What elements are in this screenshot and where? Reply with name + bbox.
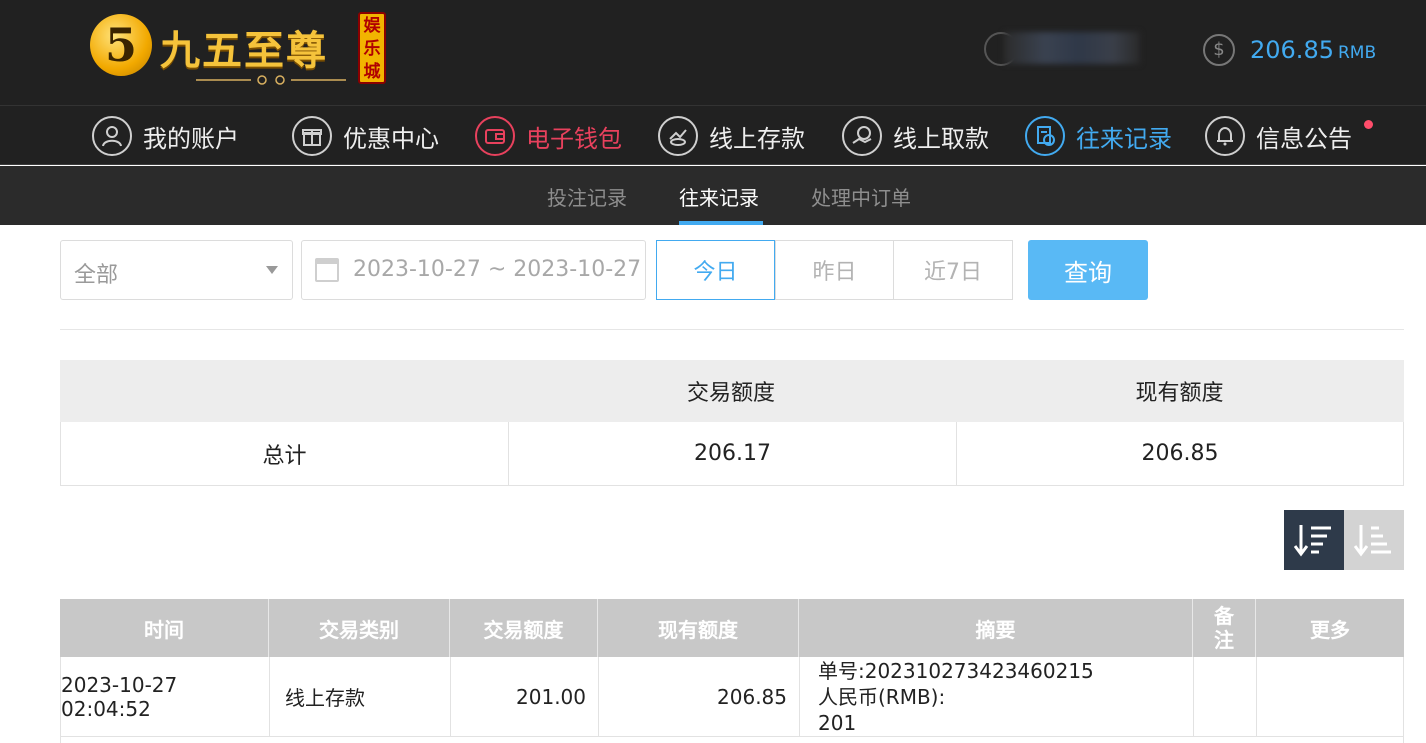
header-balance: 现有额度	[597, 599, 798, 657]
row-balance: 206.85	[598, 657, 799, 736]
sort-ascending-button[interactable]	[1344, 510, 1404, 570]
yesterday-button[interactable]: 昨日	[775, 240, 894, 300]
logo-ornament-icon	[196, 75, 346, 85]
balance-value: 206.85	[1250, 36, 1334, 64]
notification-dot	[1364, 120, 1373, 129]
header-type: 交易类别	[268, 599, 449, 657]
summary-table-header: 交易额度 现有额度	[60, 360, 1404, 422]
calendar-icon	[315, 258, 339, 282]
nav-label: 信息公告	[1256, 124, 1352, 153]
divider	[60, 329, 1404, 330]
row-summary: 单号:202310273423460215 人民币(RMB): 201	[799, 657, 1193, 736]
nav-transaction-records[interactable]: 往来记录	[1025, 114, 1172, 158]
detail-table-header: 时间 交易类别 交易额度 现有额度 摘要 备注 更多	[60, 599, 1404, 657]
top-header: 5 九五至尊 娱 乐 城 $ 206.85 RMB	[0, 0, 1426, 105]
nav-label: 电子钱包	[526, 124, 622, 153]
summary-currency: 人民币(RMB):	[818, 684, 946, 709]
nav-promotions[interactable]: 优惠中心	[292, 114, 439, 158]
sort-descending-button[interactable]	[1284, 510, 1344, 570]
summary-header-blank	[60, 360, 507, 422]
select-value: 全部	[74, 263, 119, 288]
date-range-value: 2023-10-27 ~ 2023-10-27	[353, 257, 642, 282]
user-account-area[interactable]	[984, 28, 1144, 72]
last-7-days-button[interactable]: 近7日	[893, 240, 1013, 300]
row-type: 线上存款	[269, 657, 450, 736]
logo-name: 九五至尊	[160, 27, 328, 74]
header-more: 更多	[1255, 599, 1404, 657]
wallet-balance: 206.85 RMB	[1250, 36, 1376, 64]
header-time: 时间	[144, 617, 184, 642]
summary-amount: 201	[818, 710, 857, 735]
sub-nav: 投注记录 往来记录 处理中订单	[0, 166, 1426, 225]
table-row[interactable]: 2023-10-27 02:04:52 线上存款 201.00 206.85 单…	[60, 657, 1404, 737]
summary-header-amount: 交易额度	[686, 381, 775, 406]
records-icon	[1025, 116, 1065, 156]
summary-total-label: 总计	[262, 443, 307, 469]
row-more[interactable]	[1256, 657, 1403, 736]
sort-ascending-icon	[1354, 525, 1391, 557]
header-remark: 备注	[1192, 599, 1255, 657]
user-circle-icon	[92, 116, 132, 156]
summary-total-row: 总计 206.17 206.85	[60, 422, 1404, 486]
row-time: 2023-10-27 02:04:52	[61, 672, 178, 721]
query-button[interactable]: 查询	[1028, 240, 1148, 300]
today-button[interactable]: 今日	[656, 240, 775, 300]
logo-mark: 5	[90, 14, 152, 76]
nav-label: 优惠中心	[343, 124, 439, 153]
row-remark	[1193, 657, 1256, 736]
nav-online-withdraw[interactable]: 线上取款	[842, 114, 989, 158]
summary-total-amount: 206.17	[508, 422, 956, 485]
summary-header-balance: 现有额度	[1135, 381, 1224, 406]
dollar-coin-icon: $	[1203, 34, 1235, 66]
withdraw-icon	[842, 116, 882, 156]
gift-icon	[292, 116, 332, 156]
balance-currency: RMB	[1337, 43, 1377, 63]
site-logo[interactable]: 5 九五至尊 娱 乐 城	[90, 10, 390, 88]
bell-icon	[1205, 116, 1245, 156]
row-amount: 201.00	[450, 657, 598, 736]
main-nav: 我的账户 优惠中心 电子钱包 线上存款 线上取款 往来记录 信息公告	[0, 105, 1426, 165]
nav-label: 线上取款	[893, 124, 989, 153]
transaction-type-select[interactable]: 全部	[60, 240, 293, 300]
sort-descending-icon	[1294, 525, 1331, 557]
wallet-icon	[475, 116, 515, 156]
summary-total-balance: 206.85	[956, 422, 1403, 485]
header-amount: 交易额度	[449, 599, 597, 657]
summary-order-number: 单号:202310273423460215	[818, 658, 1094, 683]
logo-seal: 娱 乐 城	[358, 12, 386, 84]
nav-label: 线上存款	[709, 124, 805, 153]
nav-my-account[interactable]: 我的账户	[92, 114, 239, 158]
username-blurred	[1004, 32, 1140, 64]
header-summary: 摘要	[798, 599, 1192, 657]
date-range-picker[interactable]: 2023-10-27 ~ 2023-10-27	[301, 240, 646, 300]
table-row-partial	[60, 737, 1404, 743]
deposit-icon	[658, 116, 698, 156]
nav-e-wallet[interactable]: 电子钱包	[475, 114, 622, 158]
active-tab-indicator	[679, 221, 763, 225]
tab-pending-orders[interactable]: 处理中订单	[811, 182, 911, 211]
tab-bet-records[interactable]: 投注记录	[547, 182, 627, 211]
nav-label: 往来记录	[1076, 124, 1172, 153]
nav-label: 我的账户	[143, 124, 239, 153]
caret-down-icon	[266, 266, 278, 274]
tab-transaction-records[interactable]: 往来记录	[679, 182, 759, 211]
nav-announcements[interactable]: 信息公告	[1205, 114, 1352, 158]
nav-online-deposit[interactable]: 线上存款	[658, 114, 805, 158]
